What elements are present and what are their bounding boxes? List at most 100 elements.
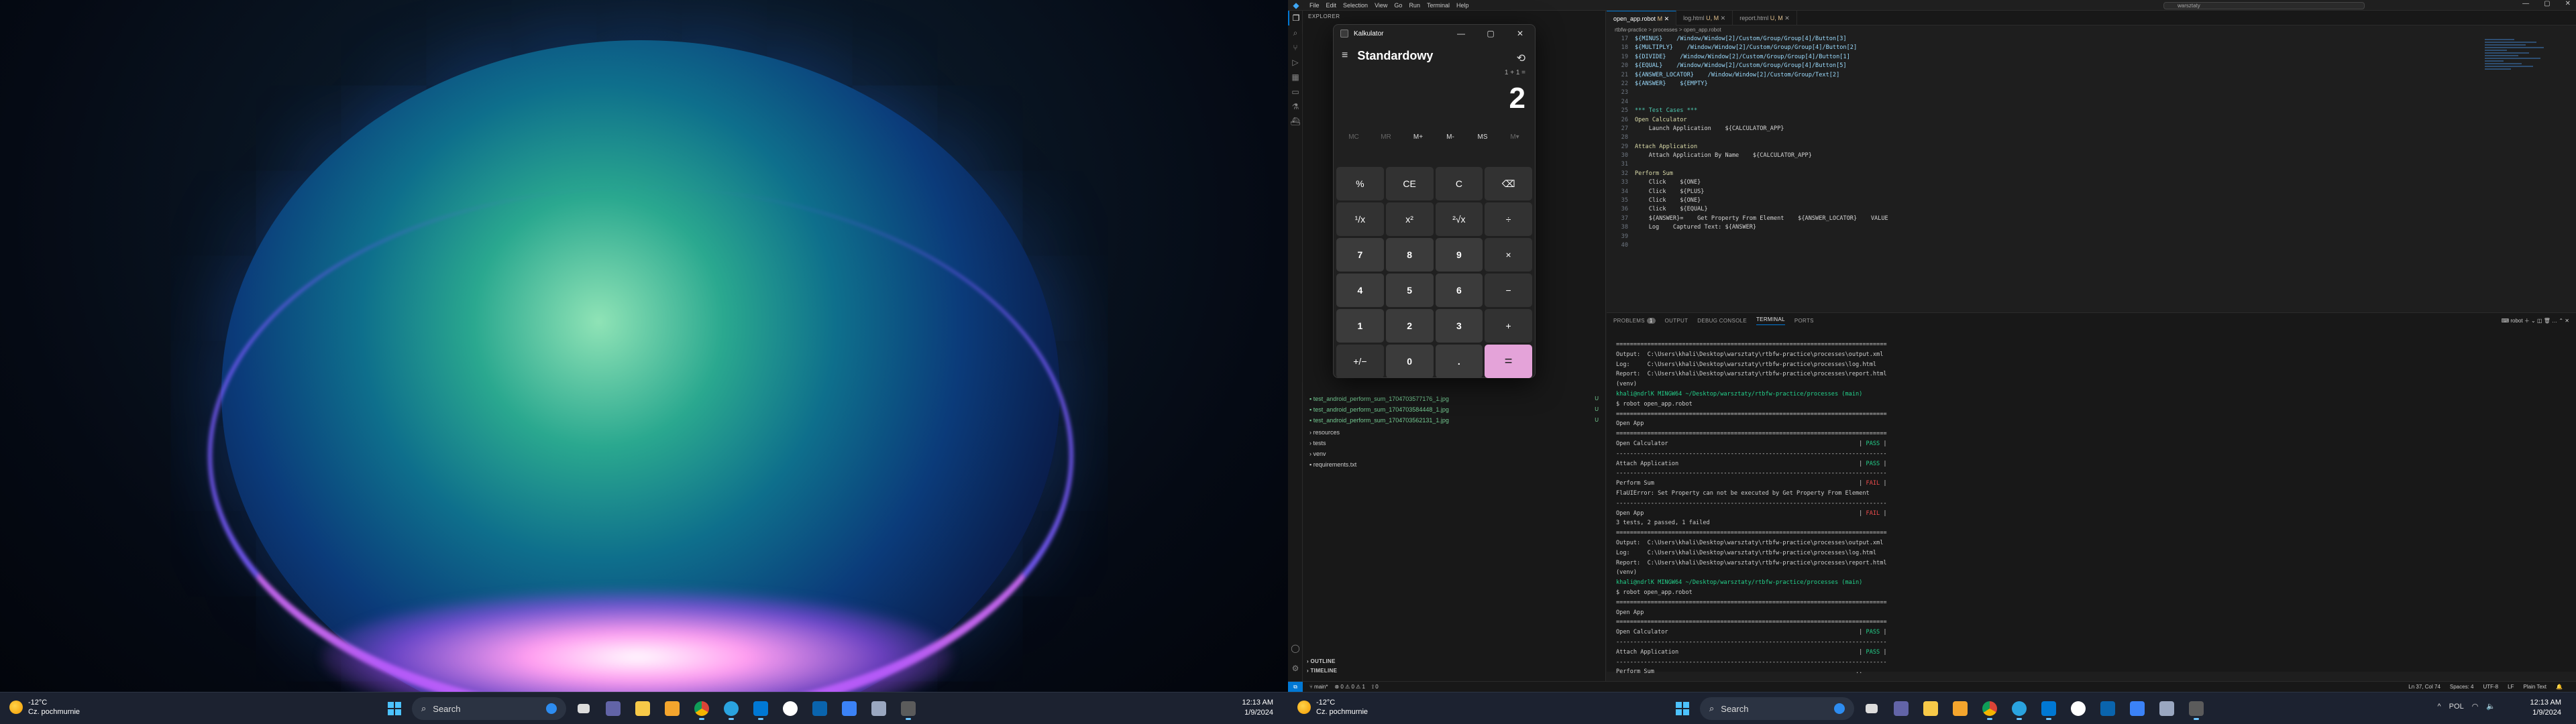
minimap[interactable] <box>2485 38 2559 118</box>
explorer-file-row[interactable]: › tests <box>1309 440 1326 446</box>
tray-overflow-icon[interactable]: ^ <box>2438 703 2441 711</box>
outlook-button[interactable] <box>2096 697 2120 721</box>
explorer-file-row[interactable]: ▪ test_android_perform_sum_1704703562131… <box>1309 417 1449 424</box>
panel-tab-output[interactable]: OUTPUT <box>1665 318 1688 324</box>
telegram-button[interactable] <box>719 697 743 721</box>
hamburger-menu-icon[interactable]: ≡ <box>1342 50 1348 62</box>
encoding[interactable]: UTF-8 <box>2483 684 2498 690</box>
github-button[interactable] <box>2066 697 2090 721</box>
taskbar-clock[interactable]: 12:13 AM 1/9/2024 <box>1242 698 1273 718</box>
start-button-right[interactable] <box>1670 697 1695 721</box>
remote-explorer-icon[interactable]: ▭ <box>1288 84 1303 99</box>
volume-icon[interactable]: 🔈 <box>2486 702 2496 711</box>
eol[interactable]: LF <box>2508 684 2514 690</box>
outlook-button[interactable] <box>808 697 832 721</box>
menu-item-help[interactable]: Help <box>1456 2 1469 9</box>
close-icon[interactable]: ✕ <box>2565 0 2571 7</box>
memory-button-0[interactable]: MC <box>1338 125 1370 149</box>
key-square-button[interactable]: x² <box>1385 202 1434 236</box>
key-clear-button[interactable]: C <box>1435 167 1483 200</box>
key-digit-1-button[interactable]: 1 <box>1336 309 1384 343</box>
vscode-button[interactable] <box>2037 697 2061 721</box>
panel-tab-problems[interactable]: PROBLEMS 1 <box>1613 317 1656 324</box>
key-minus-button[interactable]: − <box>1485 274 1532 307</box>
weather-widget-right[interactable]: -12°C Cz. pochmurnie <box>1297 698 1368 717</box>
outline-section[interactable]: › OUTLINE <box>1303 658 1606 666</box>
menu-item-file[interactable]: File <box>1309 2 1320 9</box>
chrome-button[interactable] <box>1978 697 2002 721</box>
taskbar-search[interactable]: ⌕ Search <box>412 697 566 720</box>
source-control-icon[interactable]: ⑂ <box>1288 40 1303 55</box>
ports-status[interactable]: ⟟ 0 <box>1372 684 1379 690</box>
testing-icon[interactable]: ⚗ <box>1288 99 1303 114</box>
memory-button-2[interactable]: M+ <box>1402 125 1434 149</box>
key-digit-2-button[interactable]: 2 <box>1385 309 1434 343</box>
explorer-file-row[interactable]: ▪ test_android_perform_sum_1704703584448… <box>1309 406 1449 413</box>
store-button[interactable] <box>1948 697 1972 721</box>
search-icon[interactable]: ⌕ <box>1288 25 1303 40</box>
weather-widget[interactable]: -12°C Cz. pochmurnie <box>9 698 80 717</box>
docker-icon[interactable]: ⛴ <box>1288 114 1303 129</box>
indentation[interactable]: Spaces: 4 <box>2450 684 2474 690</box>
wifi-icon[interactable]: ◠ <box>2472 702 2479 711</box>
github-button[interactable] <box>778 697 802 721</box>
key-digit-3-button[interactable]: 3 <box>1435 309 1483 343</box>
menu-item-view[interactable]: View <box>1375 2 1387 9</box>
key-equals-button[interactable]: = <box>1485 345 1532 378</box>
editor-tab[interactable]: report.html U, M ✕ <box>1733 11 1797 25</box>
key-digit-6-button[interactable]: 6 <box>1435 274 1483 307</box>
file-explorer-button[interactable] <box>631 697 655 721</box>
key-plus-button[interactable]: + <box>1485 309 1532 343</box>
menu-item-run[interactable]: Run <box>1409 2 1420 9</box>
todo-button[interactable] <box>2125 697 2149 721</box>
key-digit-9-button[interactable]: 9 <box>1435 238 1483 272</box>
key-digit-0-button[interactable]: 0 <box>1385 345 1434 378</box>
teams-button[interactable] <box>601 697 625 721</box>
key-digit-7-button[interactable]: 7 <box>1336 238 1384 272</box>
chrome-button[interactable] <box>690 697 714 721</box>
key-negate-button[interactable]: +/− <box>1336 345 1384 378</box>
remote-indicator-icon[interactable]: ⧉ <box>1288 681 1303 692</box>
start-button[interactable] <box>382 697 407 721</box>
menu-item-go[interactable]: Go <box>1394 2 1402 9</box>
notifications-bell-icon[interactable]: 🔔 <box>2556 684 2563 690</box>
memory-button-4[interactable]: MS <box>1466 125 1499 149</box>
key-square-root-button[interactable]: ²√x <box>1435 202 1483 236</box>
calculator-button[interactable] <box>2184 697 2208 721</box>
key-divide-button[interactable]: ÷ <box>1485 202 1532 236</box>
editor-tab[interactable]: open_app.robot M ✕ <box>1607 11 1677 25</box>
settings-gear-icon[interactable]: ⚙ <box>1288 661 1303 676</box>
taskbar-search-right[interactable]: ⌕ Search <box>1700 697 1854 720</box>
editor-tab[interactable]: log.html U, M ✕ <box>1676 11 1733 25</box>
account-icon[interactable]: ◯ <box>1288 641 1303 656</box>
breadcrumb[interactable]: rtbfw-practice > processes > open_app.ro… <box>1607 25 2576 35</box>
todo-button[interactable] <box>837 697 861 721</box>
code-editor[interactable]: 17 ${MINUS} /Window/Window[2]/Custom/Grou… <box>1607 35 2479 303</box>
panel-tab-terminal[interactable]: TERMINAL <box>1756 316 1785 325</box>
menu-item-terminal[interactable]: Terminal <box>1427 2 1450 9</box>
branch-status[interactable]: ⑂ main* <box>1309 684 1328 690</box>
menu-item-edit[interactable]: Edit <box>1326 2 1337 9</box>
key-digit-8-button[interactable]: 8 <box>1385 238 1434 272</box>
key-clear-entry-button[interactable]: CE <box>1385 167 1434 200</box>
calc-close-icon[interactable]: ✕ <box>1505 25 1535 42</box>
explorer-file-row[interactable]: › resources <box>1309 429 1340 436</box>
history-icon[interactable]: ⟲ <box>1517 52 1525 65</box>
key-backspace-button[interactable]: ⌫ <box>1485 167 1532 200</box>
extensions-icon[interactable]: ▦ <box>1288 70 1303 84</box>
key-multiply-button[interactable]: × <box>1485 238 1532 272</box>
key-digit-4-button[interactable]: 4 <box>1336 274 1384 307</box>
menu-item-selection[interactable]: Selection <box>1343 2 1368 9</box>
memory-button-1[interactable]: MR <box>1370 125 1402 149</box>
problems-status[interactable]: ⊗ 0 ⚠ 0 ⚠ 1 <box>1334 684 1365 690</box>
panel-tab-ports[interactable]: PORTS <box>1794 318 1814 324</box>
calculator-button[interactable] <box>896 697 920 721</box>
language-mode[interactable]: Plain Text <box>2523 684 2546 690</box>
cursor-position[interactable]: Ln 37, Col 74 <box>2408 684 2440 690</box>
explorer-icon[interactable]: ❐ <box>1288 11 1303 25</box>
maximize-icon[interactable]: ▢ <box>2544 0 2550 7</box>
task-view-button[interactable] <box>572 697 596 721</box>
tools-button[interactable] <box>867 697 891 721</box>
key-digit-5-button[interactable]: 5 <box>1385 274 1434 307</box>
store-button[interactable] <box>660 697 684 721</box>
